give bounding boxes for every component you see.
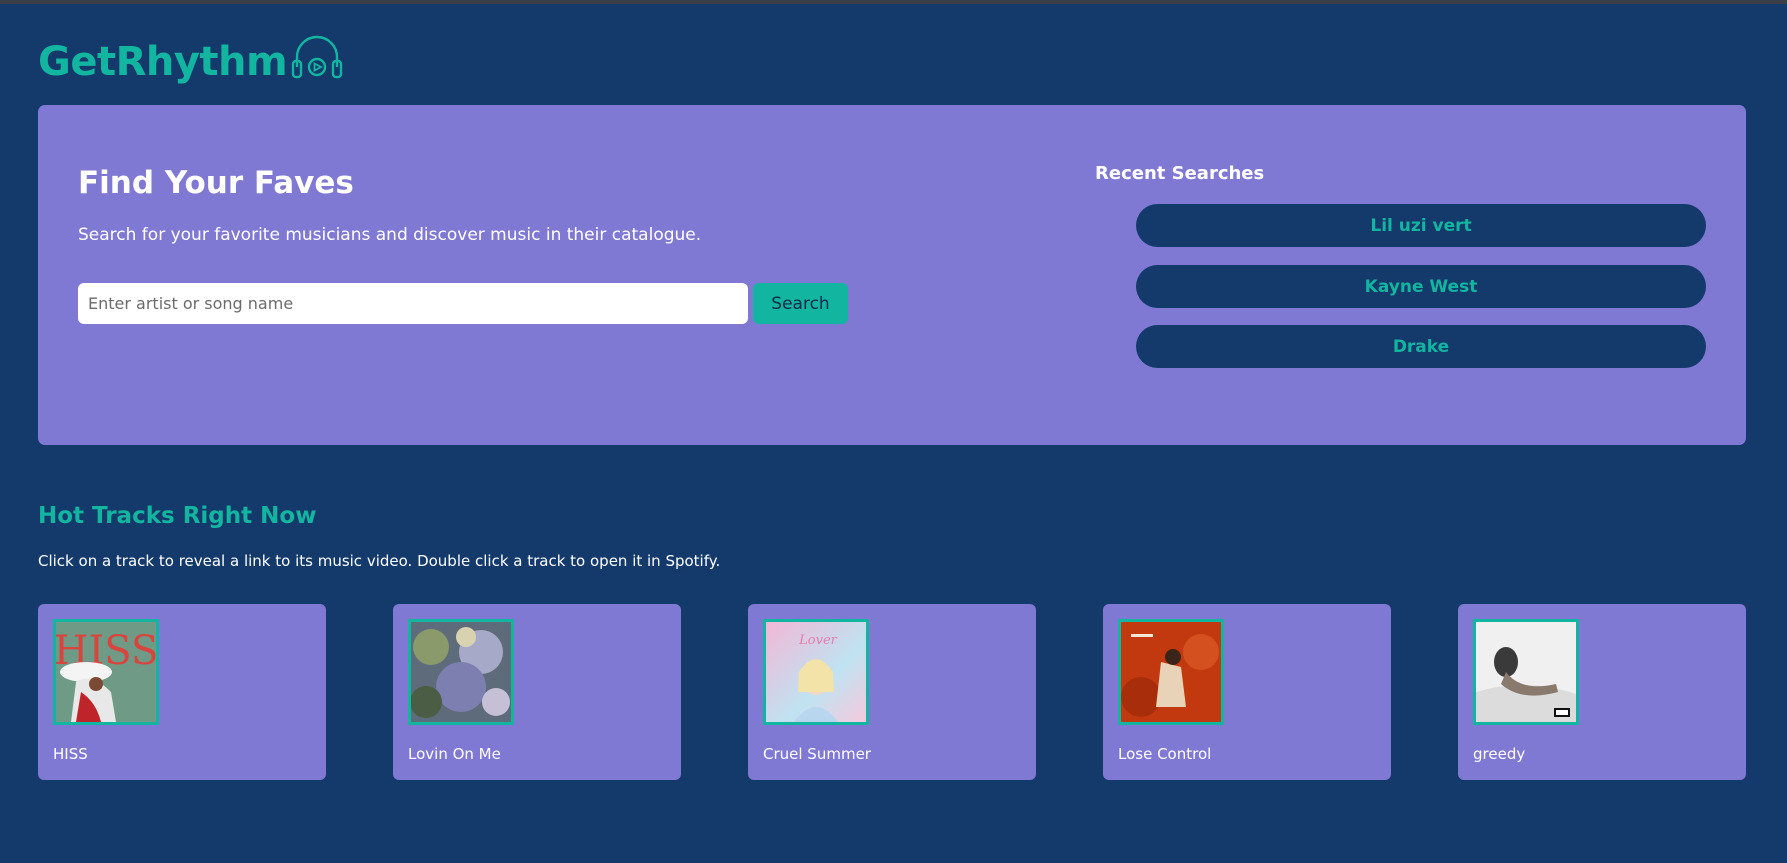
track-card[interactable]: HISS HISS <box>38 604 326 780</box>
track-name: Cruel Summer <box>763 745 871 763</box>
album-cover: Lover <box>763 619 869 725</box>
hot-tracks-title: Hot Tracks Right Now <box>38 503 317 529</box>
track-card[interactable]: Lover Cruel Summer <box>748 604 1036 780</box>
page-title: Find Your Faves <box>78 165 354 201</box>
recent-search-item[interactable]: Kayne West <box>1136 265 1706 308</box>
track-name: greedy <box>1473 745 1526 763</box>
album-cover-text: Lover <box>798 633 837 648</box>
logo[interactable]: GetRhythm <box>38 28 343 96</box>
search-description: Search for your favorite musicians and d… <box>78 225 702 245</box>
hot-tracks-instructions: Click on a track to reveal a link to its… <box>38 552 721 570</box>
track-name: HISS <box>53 745 88 763</box>
search-button[interactable]: Search <box>753 283 848 324</box>
album-cover <box>408 619 514 725</box>
headphones-play-icon <box>291 33 343 85</box>
recent-search-item[interactable]: Drake <box>1136 325 1706 368</box>
track-card[interactable]: Lovin On Me <box>393 604 681 780</box>
track-name: Lose Control <box>1118 745 1212 763</box>
window-top-border <box>0 0 1787 4</box>
search-panel: Find Your Faves Search for your favorite… <box>38 105 1746 445</box>
album-cover: HISS <box>53 619 159 725</box>
recent-search-item[interactable]: Lil uzi vert <box>1136 204 1706 247</box>
album-cover <box>1473 619 1579 725</box>
logo-text: GetRhythm <box>38 39 288 85</box>
album-cover <box>1118 619 1224 725</box>
search-input[interactable] <box>78 283 748 324</box>
track-card[interactable]: greedy <box>1458 604 1746 780</box>
recent-searches-title: Recent Searches <box>1095 163 1265 184</box>
track-card[interactable]: Lose Control <box>1103 604 1391 780</box>
track-name: Lovin On Me <box>408 745 501 763</box>
